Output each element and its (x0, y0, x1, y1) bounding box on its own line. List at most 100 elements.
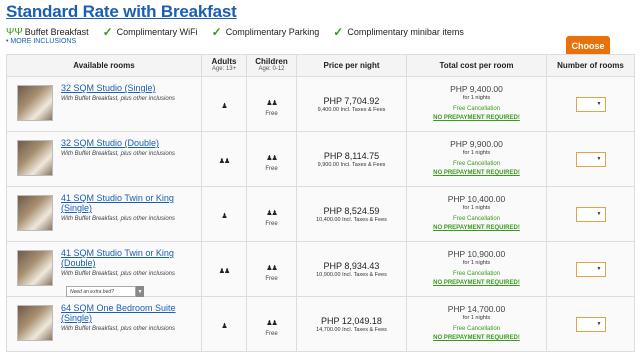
adults-cell: ♟♟ (201, 131, 247, 187)
inclusion-label: Buffet Breakfast (24, 27, 89, 37)
header-rooms: Available rooms (6, 54, 202, 77)
person-icon: ♟♟ (266, 264, 278, 272)
room-name-link[interactable]: 41 SQM Studio Twin or King (Single) (61, 193, 201, 213)
room-name-link[interactable]: 41 SQM Studio Twin or King (Double) (61, 248, 201, 268)
header-number: Number of rooms (546, 54, 635, 77)
choose-button[interactable]: Choose (566, 36, 610, 56)
nights-label: for 1 nights (462, 150, 491, 156)
children-cell: ♟♟ Free (246, 186, 297, 242)
extra-bed-label: Need an extra bed? (70, 288, 114, 295)
rate-title[interactable]: Standard Rate with Breakfast (6, 2, 237, 22)
header-total: Total cost per room (406, 54, 547, 77)
room-subtext: With Buffet Breakfast, plus other inclus… (61, 271, 175, 277)
total-cell: PHP 9,900.00 for 1 nights Free Cancellatio… (406, 131, 547, 187)
chevron-down-icon: ▼ (136, 286, 144, 297)
room-count-select[interactable]: ▼ (575, 96, 606, 112)
price-value: PHP 8,524.59 (323, 205, 380, 216)
room-count-select[interactable]: ▼ (575, 261, 606, 277)
adults-cell: ♟ (201, 296, 247, 352)
room-subtext: With Buffet Breakfast, plus other inclus… (61, 96, 175, 102)
total-cell: PHP 10,400.00 for 1 nights Free Cancellati… (406, 186, 547, 242)
inclusion-item: ✓ Complimentary Parking (206, 25, 320, 39)
inclusions-list: ΨΨ Buffet Breakfast ✓ Complimentary WiFi ✓… (6, 25, 472, 39)
total-value: PHP 10,400.00 (447, 194, 506, 204)
nights-label: for 1 nights (462, 315, 491, 321)
children-free: Free (265, 110, 278, 117)
table-row: 64 SQM One Bedroom Suite (Single) With Bu… (6, 296, 635, 352)
nights-label: for 1 nights (462, 205, 491, 211)
more-inclusions-link[interactable]: • MORE INCLUSIONS (6, 38, 76, 45)
room-cell: 41 SQM Studio Twin or King (Double) With … (6, 241, 202, 297)
person-icon: ♟♟ (266, 154, 278, 162)
header-adults: Adults Age: 13+ (201, 54, 247, 77)
room-thumbnail[interactable] (17, 85, 53, 121)
rooms-table: Available rooms Adults Age: 13+ Children A… (6, 54, 635, 352)
header-children-label: Children (255, 57, 288, 66)
room-thumbnail[interactable] (17, 305, 53, 341)
price-tax: 14,700.00 Incl. Taxes & Fees (316, 326, 387, 333)
inclusion-item: ΨΨ Buffet Breakfast (6, 27, 89, 38)
room-count-select[interactable]: ▼ (575, 206, 606, 222)
table-header-row: Available rooms Adults Age: 13+ Children A… (6, 54, 635, 77)
room-thumbnail[interactable] (17, 250, 53, 286)
price-value: PHP 8,114.75 (323, 150, 380, 161)
inclusion-label: Complimentary WiFi (116, 27, 198, 37)
chevron-down-icon: ▼ (596, 210, 602, 217)
chevron-down-icon: ▼ (596, 155, 602, 162)
adults-cell: ♟♟ (201, 241, 247, 297)
price-cell: PHP 8,524.59 10,400.00 Incl. Taxes & Fees (296, 186, 407, 242)
room-name-link[interactable]: 32 SQM Studio (Single) (61, 83, 175, 93)
total-value: PHP 14,700.00 (447, 304, 506, 314)
header-price: Price per night (296, 54, 407, 77)
person-icon: ♟ (221, 213, 227, 220)
room-subtext: With Buffet Breakfast, plus other inclus… (61, 151, 175, 157)
extra-bed-select[interactable]: Need an extra bed? ▼ (66, 286, 144, 297)
price-tax: 10,900.00 Incl. Taxes & Fees (316, 271, 387, 278)
price-value: PHP 8,934.43 (323, 260, 380, 271)
room-subtext: With Buffet Breakfast, plus other inclus… (61, 326, 175, 332)
number-cell: ▼ (546, 296, 635, 352)
room-cell: 32 SQM Studio (Double) With Buffet Breakf… (6, 131, 202, 187)
children-free: Free (265, 330, 278, 337)
children-cell: ♟♟ Free (246, 296, 297, 352)
total-cell: PHP 10,900.00 for 1 nights Free Cancellati… (406, 241, 547, 297)
room-name-link[interactable]: 32 SQM Studio (Double) (61, 138, 175, 148)
room-cell: 41 SQM Studio Twin or King (Single) With … (6, 186, 202, 242)
adults-cell: ♟ (201, 76, 247, 132)
header-children-sub: Age: 0-12 (258, 66, 285, 72)
room-cell: 64 SQM One Bedroom Suite (Single) With Bu… (6, 296, 202, 352)
nights-label: for 1 nights (462, 95, 491, 101)
no-prepayment: NO PREPAYMENT REQUIRED! (433, 225, 520, 231)
inclusion-label: Complimentary Parking (225, 27, 320, 37)
header-adults-label: Adults (211, 57, 237, 66)
room-cell: 32 SQM Studio (Single) With Buffet Breakf… (6, 76, 202, 132)
number-cell: ▼ (546, 241, 635, 297)
number-cell: ▼ (546, 76, 635, 132)
no-prepayment: NO PREPAYMENT REQUIRED! (433, 335, 520, 341)
check-icon: ✓ (211, 25, 222, 39)
room-thumbnail[interactable] (17, 195, 53, 231)
price-value: PHP 7,704.92 (323, 95, 380, 106)
room-count-select[interactable]: ▼ (575, 151, 606, 167)
person-icon: ♟♟ (266, 99, 278, 107)
no-prepayment: NO PREPAYMENT REQUIRED! (433, 280, 520, 286)
table-row: 41 SQM Studio Twin or King (Double) With … (6, 241, 635, 297)
room-name-link[interactable]: 64 SQM One Bedroom Suite (Single) (61, 303, 201, 323)
chevron-down-icon: ▼ (596, 320, 602, 327)
free-cancellation: Free Cancellation (452, 326, 501, 332)
adults-cell: ♟ (201, 186, 247, 242)
total-value: PHP 10,900.00 (447, 249, 506, 259)
inclusion-item: ✓ Complimentary WiFi (97, 25, 198, 39)
price-tax: 9,900.00 Incl. Taxes & Fees (317, 161, 386, 168)
room-thumbnail[interactable] (17, 140, 53, 176)
person-icon: ♟♟ (266, 209, 278, 217)
no-prepayment: NO PREPAYMENT REQUIRED! (433, 170, 520, 176)
room-count-select[interactable]: ▼ (575, 316, 606, 332)
table-row: 32 SQM Studio (Double) With Buffet Breakf… (6, 131, 635, 187)
chevron-down-icon: ▼ (596, 100, 602, 107)
price-cell: PHP 7,704.92 9,400.00 Incl. Taxes & Fees (296, 76, 407, 132)
room-subtext: With Buffet Breakfast, plus other inclus… (61, 216, 175, 222)
inclusion-label: Complimentary minibar items (347, 27, 464, 37)
free-cancellation: Free Cancellation (452, 216, 501, 222)
person-icon: ♟ (221, 103, 227, 110)
